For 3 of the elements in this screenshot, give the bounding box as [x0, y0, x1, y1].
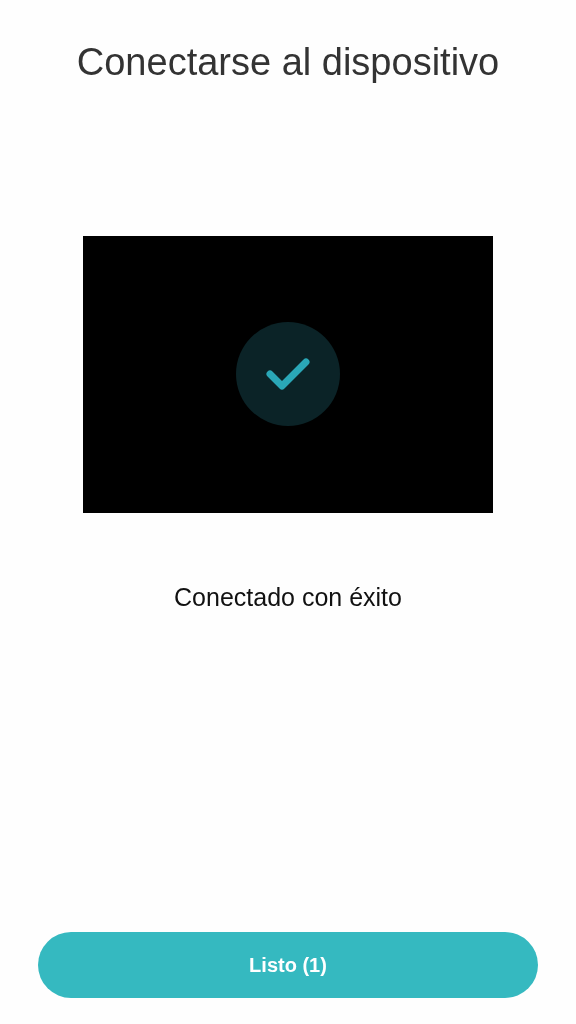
done-button[interactable]: Listo (1) [38, 932, 538, 998]
status-message: Conectado con éxito [173, 581, 403, 613]
page-title: Conectarse al dispositivo [75, 40, 501, 85]
